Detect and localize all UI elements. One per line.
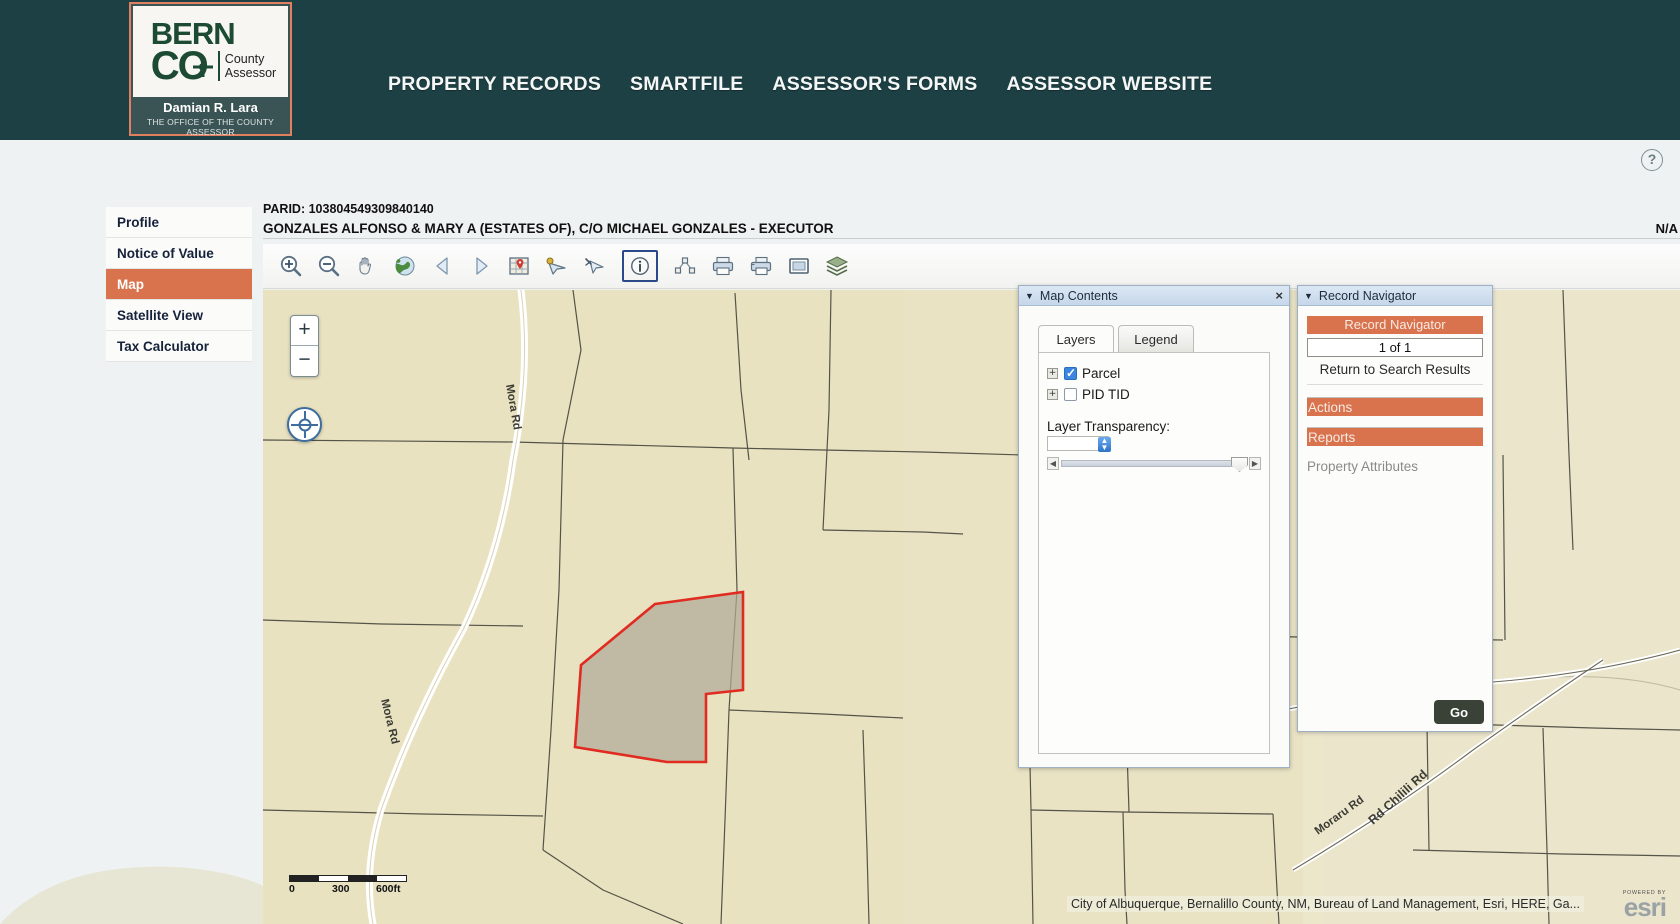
select-arrow-icon[interactable] xyxy=(538,247,576,285)
map-zoom-out-button[interactable]: − xyxy=(291,346,318,376)
nav-smartfile[interactable]: SMARTFILE xyxy=(630,73,743,96)
assessor-name: Damian R. Lara xyxy=(133,100,288,115)
logo-county-assessor: County Assessor xyxy=(225,52,276,80)
record-count: 1 of 1 xyxy=(1307,338,1483,357)
map-zoom-in-button[interactable]: + xyxy=(291,316,318,346)
nav-property-records[interactable]: PROPERTY RECORDS xyxy=(388,73,601,96)
logo[interactable]: BERN CO County Assessor Damian R. Lara T… xyxy=(129,2,292,136)
map-contents-title: Map Contents xyxy=(1040,289,1118,303)
next-extent-icon[interactable] xyxy=(462,247,500,285)
scale-tick-600: 600ft xyxy=(376,883,401,895)
map-toolbar xyxy=(263,244,1680,289)
map-contents-tabs: Layers Legend xyxy=(1038,325,1194,352)
assessor-office-subtitle: THE OFFICE OF THE COUNTY ASSESSOR xyxy=(133,117,288,137)
locate-me-icon[interactable] xyxy=(287,407,322,442)
map-contents-panel: ▼ Map Contents × Layers Legend + Parcel … xyxy=(1018,285,1290,768)
slider-track[interactable] xyxy=(1061,460,1247,467)
site-header: BERN CO County Assessor Damian R. Lara T… xyxy=(0,0,1680,140)
layer-transparency-select[interactable]: ▲▼ xyxy=(1047,436,1109,451)
esri-logo: POWERED BY esri xyxy=(1623,890,1666,918)
slider-thumb[interactable] xyxy=(1231,457,1248,472)
sidebar: Profile Notice of Value Map Satellite Vi… xyxy=(106,207,252,362)
print-icon[interactable] xyxy=(704,247,742,285)
map-attribution: City of Albuquerque, Bernalillo County, … xyxy=(1067,896,1584,912)
footer-decoration xyxy=(0,824,263,924)
layers-pane: + Parcel + PID TID Layer Transparency: ▲… xyxy=(1038,352,1270,754)
record-navigator-titlebar[interactable]: ▼ Record Navigator xyxy=(1298,286,1492,306)
record-navigator-panel: ▼ Record Navigator Record Navigator 1 of… xyxy=(1297,285,1493,732)
record-right-value: N/A xyxy=(1656,221,1680,236)
layer-checkbox-parcel[interactable] xyxy=(1064,367,1077,380)
zoom-in-icon[interactable] xyxy=(272,247,310,285)
layer-transparency-label: Layer Transparency: xyxy=(1047,419,1261,434)
main-navigation: PROPERTY RECORDS SMARTFILE ASSESSOR'S FO… xyxy=(388,73,1212,96)
scale-bar-graphic xyxy=(289,875,407,882)
clear-selection-icon[interactable] xyxy=(576,247,614,285)
parcel-id: PARID: 103804549309840140 xyxy=(263,202,1680,221)
logo-county-text: County xyxy=(225,52,276,66)
previous-extent-icon[interactable] xyxy=(424,247,462,285)
layer-transparency-slider[interactable]: ◀ ▶ xyxy=(1047,457,1261,470)
chevron-down-icon[interactable]: ▼ xyxy=(1025,291,1034,301)
page-body: ? Profile Notice of Value Map Satellite … xyxy=(0,140,1680,924)
tab-layers[interactable]: Layers xyxy=(1038,325,1114,352)
sidebar-item-satellite-view[interactable]: Satellite View xyxy=(106,300,252,331)
sidebar-item-notice-of-value[interactable]: Notice of Value xyxy=(106,238,252,269)
tab-legend[interactable]: Legend xyxy=(1118,325,1194,352)
go-button[interactable]: Go xyxy=(1434,700,1484,724)
esri-wordmark: esri xyxy=(1623,896,1666,918)
measure-icon[interactable] xyxy=(666,247,704,285)
owner-name: GONZALES ALFONSO & MARY A (ESTATES OF), … xyxy=(263,221,834,236)
nav-assessors-forms[interactable]: ASSESSOR'S FORMS xyxy=(772,73,977,96)
actions-section-header[interactable]: Actions xyxy=(1307,397,1483,416)
map-contents-titlebar[interactable]: ▼ Map Contents × xyxy=(1019,286,1289,306)
identify-info-icon[interactable] xyxy=(622,250,658,282)
return-to-search-results-link[interactable]: Return to Search Results xyxy=(1307,362,1483,385)
slider-decrease-button[interactable]: ◀ xyxy=(1047,457,1059,470)
sidebar-item-profile[interactable]: Profile xyxy=(106,207,252,238)
reports-section-header[interactable]: Reports xyxy=(1307,427,1483,446)
record-navigator-panel-title: Record Navigator xyxy=(1319,289,1416,303)
slider-increase-button[interactable]: ▶ xyxy=(1249,457,1261,470)
sidebar-item-map[interactable]: Map xyxy=(106,269,252,300)
zoom-to-parcel-icon[interactable] xyxy=(500,247,538,285)
close-icon[interactable]: × xyxy=(1275,288,1283,303)
scale-tick-300: 300 xyxy=(332,883,350,895)
pan-hand-icon[interactable] xyxy=(348,247,386,285)
layer-label-parcel: Parcel xyxy=(1082,366,1120,381)
record-header: PARID: 103804549309840140 GONZALES ALFON… xyxy=(263,202,1680,239)
scale-tick-0: 0 xyxy=(289,883,295,895)
full-extent-globe-icon[interactable] xyxy=(386,247,424,285)
layer-checkbox-pid-tid[interactable] xyxy=(1064,388,1077,401)
logo-assessor-text: Assessor xyxy=(225,66,276,80)
stepper-icon[interactable]: ▲▼ xyxy=(1098,437,1111,452)
logo-divider xyxy=(218,51,220,81)
layers-stack-icon[interactable] xyxy=(818,247,856,285)
zia-sun-icon xyxy=(193,57,214,78)
layer-row-pid-tid[interactable]: + PID TID xyxy=(1047,384,1261,405)
map-zoom-control[interactable]: + − xyxy=(290,315,319,377)
zoom-out-icon[interactable] xyxy=(310,247,348,285)
chevron-down-icon-rn[interactable]: ▼ xyxy=(1304,291,1313,301)
property-attributes-link[interactable]: Property Attributes xyxy=(1307,459,1483,474)
help-icon[interactable]: ? xyxy=(1641,149,1663,171)
export-image-icon[interactable] xyxy=(780,247,818,285)
record-navigator-header: Record Navigator xyxy=(1307,316,1483,334)
print-map-icon[interactable] xyxy=(742,247,780,285)
map-scale-bar: 0 300 600ft xyxy=(289,875,407,897)
layer-row-parcel[interactable]: + Parcel xyxy=(1047,363,1261,384)
sidebar-item-tax-calculator[interactable]: Tax Calculator xyxy=(106,331,252,362)
expand-plus-icon[interactable]: + xyxy=(1047,368,1058,379)
layer-label-pid-tid: PID TID xyxy=(1082,387,1130,402)
logo-mark: BERN CO County Assessor xyxy=(133,6,288,97)
nav-assessor-website[interactable]: ASSESSOR WEBSITE xyxy=(1006,73,1212,96)
expand-plus-icon-2[interactable]: + xyxy=(1047,389,1058,400)
